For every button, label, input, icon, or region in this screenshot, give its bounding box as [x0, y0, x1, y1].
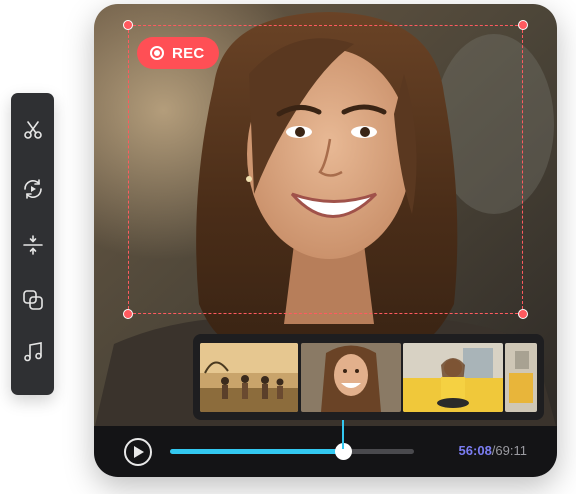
resize-handle-bottom-right[interactable]	[518, 309, 528, 319]
smiling-woman-thumbnail[interactable]	[301, 343, 401, 412]
split-icon[interactable]	[18, 230, 47, 259]
rec-label: REC	[172, 44, 205, 62]
playback-bar: 56:08/69:11	[94, 426, 557, 477]
resize-handle-top-left[interactable]	[123, 20, 133, 30]
resize-handle-bottom-left[interactable]	[123, 309, 133, 319]
total-time: 69:11	[495, 443, 527, 458]
overlay-icon[interactable]	[18, 285, 47, 314]
rotate-play-icon[interactable]	[18, 174, 47, 203]
music-note-icon[interactable]	[18, 337, 47, 366]
progress-knob[interactable]	[335, 443, 352, 460]
people-running-thumbnail[interactable]	[200, 343, 298, 412]
play-button[interactable]	[124, 438, 152, 466]
video-preview-card: REC 56:08/69:11	[94, 4, 557, 477]
room-thumbnail[interactable]	[505, 343, 537, 412]
scissors-icon[interactable]	[18, 115, 47, 144]
time-readout: 56:08/69:11	[459, 443, 527, 458]
record-icon	[150, 46, 164, 60]
play-icon	[134, 446, 144, 458]
resize-handle-top-right[interactable]	[518, 20, 528, 30]
playhead-line	[342, 420, 344, 449]
current-time: 56:08	[458, 443, 492, 458]
editing-toolbar	[11, 93, 54, 395]
rec-badge[interactable]: REC	[137, 37, 219, 69]
woman-on-couch-thumbnail[interactable]	[403, 343, 503, 412]
progress-fill	[170, 449, 343, 454]
thumbnail-filmstrip	[193, 334, 544, 420]
progress-track[interactable]	[170, 443, 414, 460]
